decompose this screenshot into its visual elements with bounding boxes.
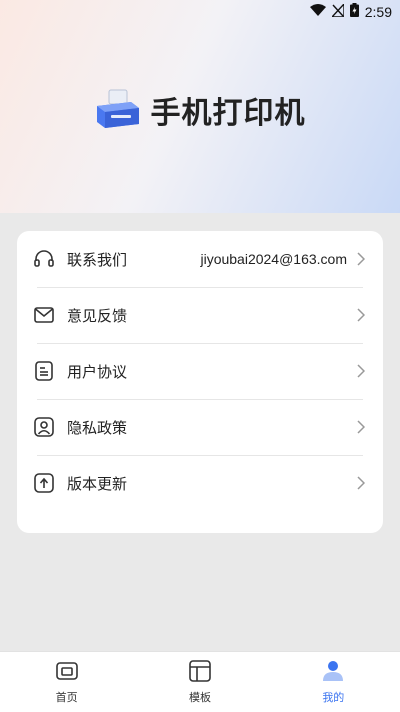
tab-template[interactable]: 模板 (133, 652, 266, 712)
menu-item-label: 版本更新 (67, 474, 128, 493)
chevron-right-icon (357, 308, 367, 322)
menu-item-version-update[interactable]: 版本更新 (17, 455, 383, 511)
tab-label: 我的 (322, 691, 345, 704)
chevron-right-icon (357, 364, 367, 378)
bottom-nav: 首页 模板 我的 (0, 651, 400, 712)
headset-icon (33, 248, 55, 270)
contact-email: jiyoubai2024@163.com (200, 251, 347, 267)
mail-icon (33, 304, 55, 326)
signal-off-icon (330, 1, 345, 21)
menu-item-label: 意见反馈 (67, 306, 128, 325)
wifi-icon (309, 4, 326, 20)
tab-label: 首页 (55, 691, 78, 704)
menu-item-privacy[interactable]: 隐私政策 (17, 399, 383, 455)
tab-profile[interactable]: 我的 (267, 652, 400, 712)
update-icon (33, 472, 55, 494)
app-title: 手机打印机 (150, 96, 306, 131)
printer-icon (95, 88, 141, 132)
template-icon (188, 659, 212, 687)
document-icon (33, 360, 55, 382)
menu-item-label: 隐私政策 (67, 418, 128, 437)
menu-item-contact[interactable]: 联系我们 jiyoubai2024@163.com (17, 231, 383, 287)
menu-item-user-agreement[interactable]: 用户协议 (17, 343, 383, 399)
profile-icon (321, 659, 345, 687)
settings-card: 联系我们 jiyoubai2024@163.com 意见反馈 用户协议 隐私政策 (17, 231, 383, 533)
status-bar: 2:59 (0, 0, 400, 24)
tab-home[interactable]: 首页 (0, 652, 133, 712)
chevron-right-icon (357, 252, 367, 266)
status-time: 2:59 (364, 4, 392, 20)
home-icon (55, 659, 79, 687)
chevron-right-icon (357, 420, 367, 434)
menu-item-feedback[interactable]: 意见反馈 (17, 287, 383, 343)
menu-item-label: 用户协议 (67, 362, 128, 381)
battery-charging-icon (349, 3, 359, 21)
privacy-icon (33, 416, 55, 438)
chevron-right-icon (357, 476, 367, 490)
menu-item-label: 联系我们 (67, 250, 128, 269)
app-brand: 手机打印机 (0, 82, 400, 138)
tab-label: 模板 (188, 691, 211, 704)
